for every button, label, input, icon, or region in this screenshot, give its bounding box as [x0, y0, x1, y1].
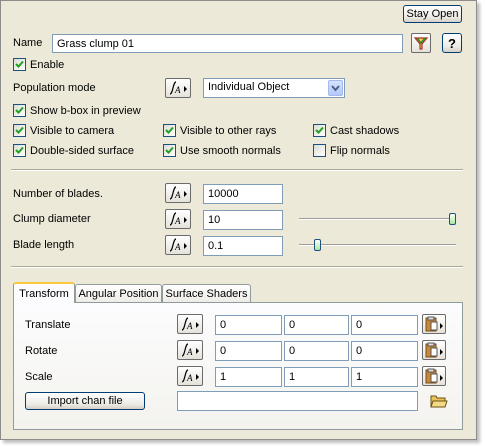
- function-curve-icon[interactable]: A: [165, 209, 191, 229]
- blade-length-slider-thumb[interactable]: [314, 239, 321, 251]
- visible-camera-label: Visible to camera: [30, 125, 115, 137]
- double-sided-label: Double-sided surface: [30, 145, 134, 157]
- clump-diameter-field[interactable]: 10: [203, 210, 283, 230]
- blade-length-label: Blade length: [13, 239, 75, 251]
- function-curve-icon[interactable]: A: [177, 314, 203, 334]
- svg-text:A: A: [174, 242, 181, 252]
- cast-shadows-checkbox[interactable]: [313, 124, 326, 137]
- cast-shadows-label: Cast shadows: [330, 125, 400, 137]
- blade-length-slider[interactable]: [299, 244, 456, 246]
- function-curve-icon[interactable]: A: [165, 183, 191, 203]
- scale-label: Scale: [25, 371, 53, 383]
- blade-length-field[interactable]: 0.1: [203, 236, 283, 256]
- clipboard-icon[interactable]: [422, 314, 446, 334]
- chevron-down-icon[interactable]: [328, 80, 343, 96]
- name-field[interactable]: Grass clump 01: [52, 34, 403, 53]
- scale-z-field[interactable]: 1: [351, 367, 418, 387]
- open-folder-icon[interactable]: [430, 392, 448, 410]
- svg-text:A: A: [186, 373, 193, 383]
- rotate-z-field[interactable]: 0: [351, 341, 418, 361]
- separator: [11, 266, 463, 268]
- show-bbox-checkbox[interactable]: [13, 104, 26, 117]
- tab-transform[interactable]: Transform: [13, 282, 75, 303]
- enable-checkbox[interactable]: [13, 58, 26, 71]
- tab-angular-position[interactable]: Angular Position: [75, 284, 162, 303]
- flip-normals-label: Flip normals: [330, 145, 390, 157]
- help-button[interactable]: ?: [442, 33, 462, 53]
- svg-text:A: A: [186, 321, 193, 331]
- function-curve-icon[interactable]: A: [165, 235, 191, 255]
- translate-label: Translate: [25, 319, 71, 331]
- clump-diameter-label: Clump diameter: [13, 213, 91, 225]
- dialog-window: Stay Open Name Grass clump 01 ? Enable P…: [0, 0, 477, 440]
- transform-panel: Translate A 0 0 0 Rotate A 0 0 0 Scale A…: [13, 302, 463, 430]
- population-mode-value: Individual Object: [208, 81, 290, 93]
- svg-text:A: A: [174, 216, 181, 226]
- clipboard-icon[interactable]: [422, 340, 446, 360]
- population-mode-label: Population mode: [13, 82, 96, 94]
- show-bbox-label: Show b-box in preview: [30, 105, 141, 117]
- visible-rays-checkbox[interactable]: [163, 124, 176, 137]
- blades-label: Number of blades.: [13, 188, 103, 200]
- double-sided-checkbox[interactable]: [13, 144, 26, 157]
- separator: [11, 169, 463, 171]
- translate-z-field[interactable]: 0: [351, 315, 418, 335]
- filter-icon[interactable]: [411, 33, 431, 53]
- smooth-normals-label: Use smooth normals: [180, 145, 281, 157]
- visible-rays-label: Visible to other rays: [180, 125, 277, 137]
- clipboard-icon[interactable]: [422, 366, 446, 386]
- visible-camera-checkbox[interactable]: [13, 124, 26, 137]
- function-curve-icon[interactable]: A: [177, 366, 203, 386]
- chan-file-path-field[interactable]: [177, 391, 418, 411]
- function-curve-icon[interactable]: A: [177, 340, 203, 360]
- translate-y-field[interactable]: 0: [284, 315, 349, 335]
- tab-surface-shaders[interactable]: Surface Shaders: [162, 284, 251, 303]
- svg-text:A: A: [186, 347, 193, 357]
- rotate-label: Rotate: [25, 345, 58, 357]
- svg-text:A: A: [174, 190, 181, 200]
- flip-normals-checkbox[interactable]: [313, 144, 326, 157]
- clump-diameter-slider-thumb[interactable]: [449, 213, 456, 225]
- name-label: Name: [13, 37, 43, 49]
- population-mode-select[interactable]: Individual Object: [203, 78, 345, 98]
- rotate-y-field[interactable]: 0: [284, 341, 349, 361]
- stay-open-button[interactable]: Stay Open: [403, 5, 462, 23]
- rotate-x-field[interactable]: 0: [215, 341, 282, 361]
- translate-x-field[interactable]: 0: [215, 315, 282, 335]
- function-curve-icon[interactable]: A: [165, 78, 191, 98]
- enable-label: Enable: [30, 59, 65, 71]
- blades-field[interactable]: 10000: [203, 184, 283, 204]
- smooth-normals-checkbox[interactable]: [163, 144, 176, 157]
- import-chan-file-button[interactable]: Import chan file: [25, 392, 145, 410]
- scale-x-field[interactable]: 1: [215, 367, 282, 387]
- clump-diameter-slider[interactable]: [299, 218, 456, 220]
- svg-text:A: A: [174, 85, 181, 95]
- scale-y-field[interactable]: 1: [284, 367, 349, 387]
